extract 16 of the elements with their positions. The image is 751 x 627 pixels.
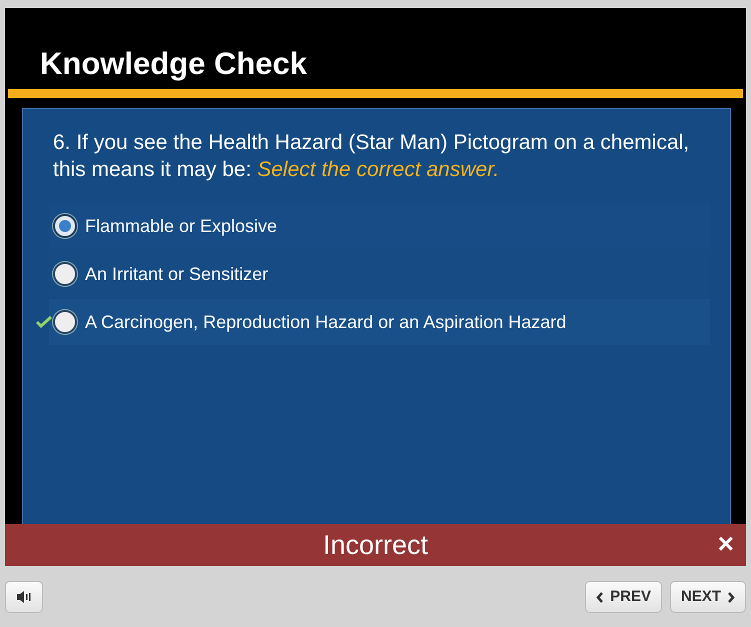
chevron-right-icon [727,592,735,602]
option-label: A Carcinogen, Reproduction Hazard or an Aspiration Hazard [85,310,566,334]
option-label: An Irritant or Sensitizer [85,262,268,286]
audio-button[interactable] [5,581,43,613]
prev-button[interactable]: PREV [585,581,662,613]
option-label: Flammable or Explosive [85,214,278,238]
slide-title: Knowledge Check [39,45,308,83]
close-button[interactable]: × [716,528,736,560]
radio-button[interactable] [53,262,77,286]
radio-button[interactable] [53,214,77,238]
next-button[interactable]: NEXT [670,581,746,613]
radio-button[interactable] [53,310,77,334]
feedback-text: Incorrect [322,528,428,562]
speaker-icon [16,590,32,604]
question-text: 6. If you see the Health Hazard (Star Man) Pictogram on a chemical, this means it may be: Select the correct answer. [53,130,690,183]
chevron-left-icon [596,592,604,602]
